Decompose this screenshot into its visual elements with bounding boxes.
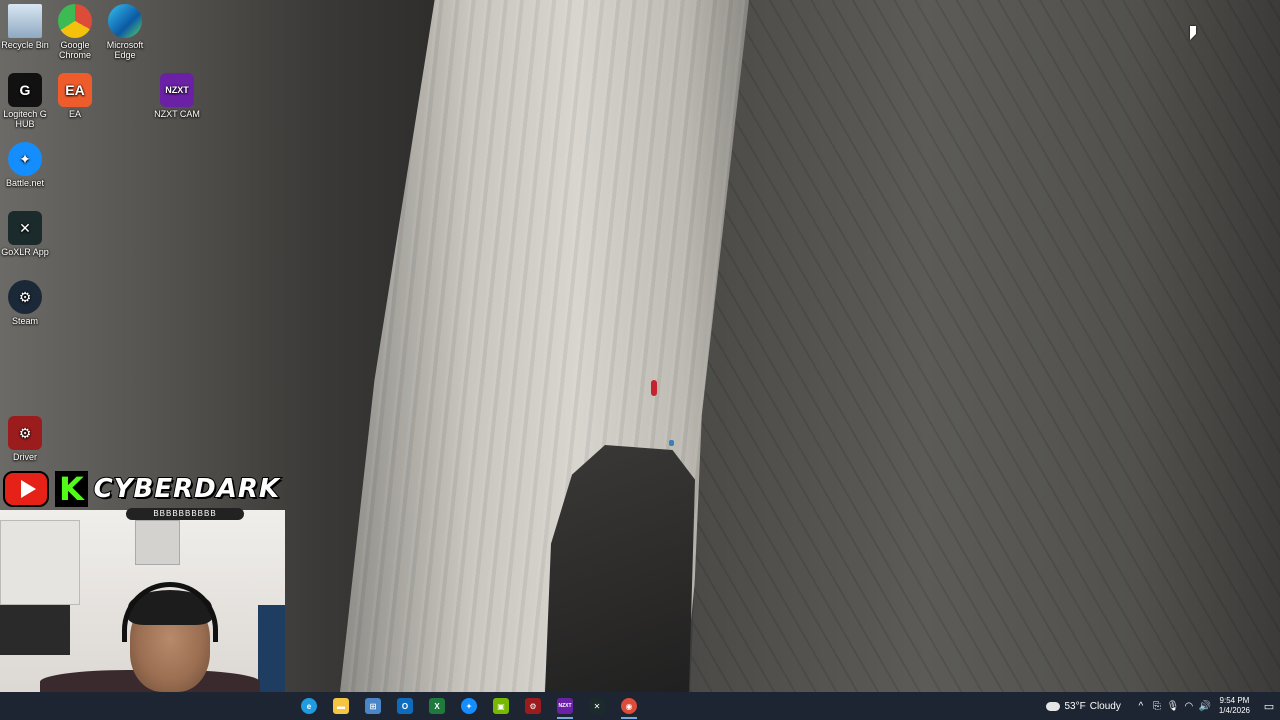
microphone-icon[interactable]: 🎙 [1165, 701, 1181, 712]
taskbar-app-excel[interactable]: X [421, 692, 453, 720]
goxlr-icon: ✕ [589, 698, 605, 714]
desktop-icon-steam[interactable]: ⚙ Steam [0, 280, 55, 326]
driver-icon: ⚙ [525, 698, 541, 714]
desktop-icon-nzxt-cam[interactable]: NZXT NZXT CAM [147, 73, 207, 119]
edge-icon: e [301, 698, 317, 714]
webcam-cabinet [0, 520, 80, 605]
taskbar: e ▬ ⊞ O X ✦ ▣ ⚙ NZXT ✕ ◉ 53°F Cloudy ^ ⎘ 🎙 ◠ 🔊 9:5… [0, 692, 1280, 720]
steam-icon: ⚙ [8, 280, 42, 314]
webcam-headphones [122, 582, 218, 642]
taskbar-app-nvidia[interactable]: ▣ [485, 692, 517, 720]
desktop-icon-label: Microsoft Edge [106, 40, 144, 60]
wifi-icon[interactable]: ◠ [1181, 701, 1197, 712]
folder-icon: ▬ [333, 698, 349, 714]
nzxt-cam-icon: NZXT [160, 73, 194, 107]
excel-icon: X [429, 698, 445, 714]
recycle-bin-icon [8, 4, 42, 38]
chevron-up-icon[interactable]: ^ [1133, 701, 1149, 712]
nvidia-icon: ▣ [493, 698, 509, 714]
outlook-icon: O [397, 698, 413, 714]
wallpaper-rock-right [690, 0, 1280, 692]
desktop-icon-label: Steam [11, 316, 38, 326]
driver-icon: ⚙ [8, 416, 42, 450]
youtube-icon [3, 471, 50, 507]
taskbar-app-goxlr[interactable]: ✕ [581, 692, 613, 720]
chrome-icon: ◉ [621, 698, 637, 714]
desktop-icon-label: Battle.net [5, 178, 45, 188]
taskbar-app-battlenet[interactable]: ✦ [453, 692, 485, 720]
taskbar-app-microsoft-store[interactable]: ⊞ [357, 692, 389, 720]
mouse-cursor-icon [1190, 26, 1196, 40]
webcam-shelf [0, 605, 70, 655]
store-icon: ⊞ [365, 698, 381, 714]
nzxt-cam-icon: NZXT [557, 698, 573, 714]
battlenet-icon: ✦ [461, 698, 477, 714]
desktop-icon-edge[interactable]: Microsoft Edge [95, 4, 155, 60]
notification-icon[interactable]: ▭ [1258, 700, 1280, 713]
webcam-wall-panel [135, 520, 180, 565]
desktop-icon-label: NZXT CAM [154, 109, 200, 119]
desktop-icon-label: GoXLR App [1, 247, 49, 257]
desktop-icon-label: EA [68, 109, 81, 119]
taskbar-app-outlook[interactable]: O [389, 692, 421, 720]
network-icon[interactable]: ⎘ [1149, 701, 1165, 712]
streamer-name: CYBERDARK [93, 473, 280, 505]
wallpaper-climber-2 [669, 440, 674, 446]
weather-widget[interactable]: 53°F Cloudy [1043, 697, 1121, 712]
desktop-icon-label: Driver [13, 452, 37, 462]
taskbar-app-nzxt-cam[interactable]: NZXT [549, 692, 581, 720]
taskbar-pinned-apps: e ▬ ⊞ O X ✦ ▣ ⚙ NZXT ✕ ◉ [293, 692, 645, 720]
streamer-subtitle: BBBBBBBBBB [126, 508, 244, 520]
taskbar-clock[interactable]: 9:54 PM 1/4/2026 [1219, 696, 1250, 716]
taskbar-app-file-explorer[interactable]: ▬ [325, 692, 357, 720]
clock-date: 1/4/2026 [1218, 706, 1250, 715]
kick-icon: K [55, 471, 88, 507]
taskbar-app-edge[interactable]: e [293, 692, 325, 720]
volume-icon[interactable]: 🔊 [1197, 701, 1213, 712]
wallpaper-climber [651, 380, 657, 396]
system-tray: 53°F Cloudy ^ ⎘ 🎙 ◠ 🔊 9:54 PM 1/4/2026 ▭ [1043, 692, 1280, 720]
cloudy-weather-icon [1043, 697, 1061, 711]
webcam-overlay [0, 510, 285, 692]
taskbar-app-chrome[interactable]: ◉ [613, 692, 645, 720]
desktop-icon-driver[interactable]: ⚙ Driver [0, 416, 55, 462]
webcam-door [258, 605, 285, 692]
streamer-branding: K CYBERDARK [0, 468, 280, 510]
edge-icon [108, 4, 142, 38]
chrome-icon [58, 4, 92, 38]
battlenet-icon: ✦ [8, 142, 42, 176]
weather-condition: Cloudy [1089, 700, 1121, 712]
taskbar-app-driver[interactable]: ⚙ [517, 692, 549, 720]
goxlr-icon: ✕ [8, 211, 42, 245]
desktop-icon-battlenet[interactable]: ✦ Battle.net [0, 142, 55, 188]
logitech-ghub-icon: G [8, 73, 42, 107]
ea-icon: EA [58, 73, 92, 107]
weather-temp: 53°F [1064, 700, 1086, 712]
clock-time: 9:54 PM [1219, 696, 1250, 705]
desktop-icon-ea[interactable]: EA EA [45, 73, 105, 119]
desktop-icon-goxlr[interactable]: ✕ GoXLR App [0, 211, 55, 257]
